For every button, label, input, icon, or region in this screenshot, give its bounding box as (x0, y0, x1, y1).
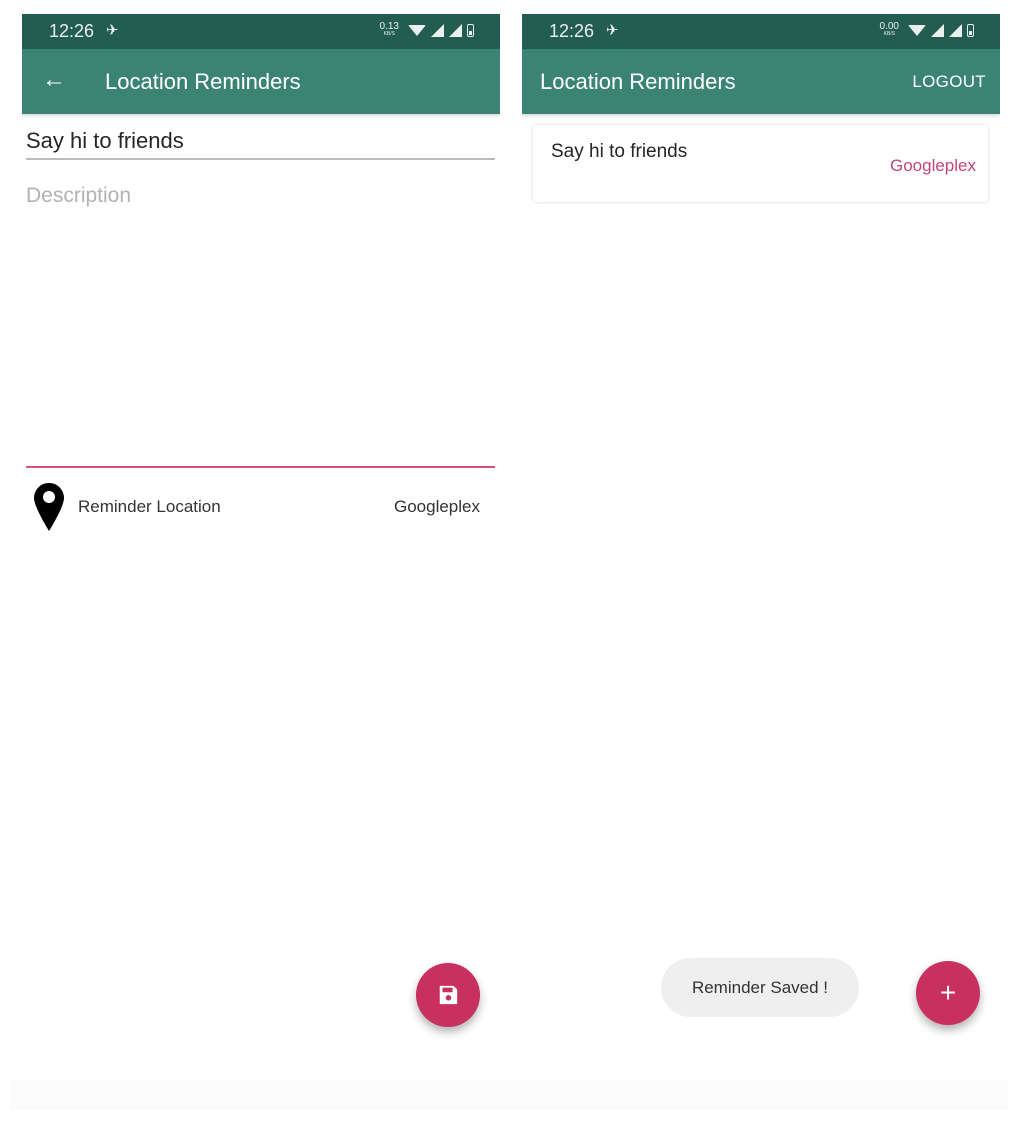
net-speed: 0.00 KB/S (879, 21, 899, 38)
app-title: Location Reminders (105, 69, 301, 94)
save-icon (439, 985, 458, 1005)
location-value: Googleplex (393, 497, 480, 516)
add-reminder-button[interactable]: + (916, 961, 980, 1025)
status-icons: 0.13 KB/S (379, 21, 474, 38)
back-arrow-icon[interactable]: ← (42, 66, 66, 94)
reminders-list-screen: 12:26 ✈ 0.00 KB/S Location Reminders LOG… (522, 14, 1000, 1111)
satellite-icon: ✈ (106, 22, 119, 39)
app-bar: ← Location Reminders (22, 49, 500, 114)
reminder-title-input[interactable] (26, 128, 495, 160)
battery-icon (467, 23, 474, 37)
status-bar: 12:26 ✈ 0.13 KB/S (22, 14, 500, 49)
app-title: Location Reminders (540, 69, 736, 94)
signal-icon (931, 23, 944, 37)
battery-icon (967, 23, 974, 37)
signal-icon-2 (949, 23, 962, 37)
satellite-icon: ✈ (606, 22, 619, 39)
net-speed-unit: KB/S (883, 31, 895, 37)
status-time: 12:26 (49, 21, 95, 41)
signal-icon (431, 23, 444, 37)
status-time: 12:26 (549, 21, 595, 41)
net-speed: 0.13 KB/S (379, 21, 399, 38)
save-reminder-screen: 12:26 ✈ 0.13 KB/S ← Location Reminders R… (22, 14, 500, 1111)
reminder-location: Googleplex (889, 156, 976, 175)
wifi-icon (908, 24, 926, 36)
reminder-title: Say hi to friends (551, 141, 688, 162)
wifi-icon (408, 24, 426, 36)
reminder-description-input[interactable] (26, 184, 495, 468)
logout-button[interactable]: LOGOUT (912, 72, 986, 92)
status-icons: 0.00 KB/S (879, 21, 974, 38)
status-bar: 12:26 ✈ 0.00 KB/S (522, 14, 1000, 49)
select-location-row[interactable]: Reminder Location Googleplex (22, 477, 500, 535)
net-speed-unit: KB/S (383, 31, 395, 37)
net-speed-value: 0.00 (879, 21, 899, 32)
location-label: Reminder Location (78, 497, 221, 516)
net-speed-value: 0.13 (379, 21, 399, 32)
toast-message: Reminder Saved ! (661, 958, 859, 1017)
app-bar: Location Reminders LOGOUT (522, 49, 1000, 114)
bottom-strip (10, 1080, 1008, 1110)
map-pin-icon (34, 483, 64, 531)
signal-icon-2 (449, 23, 462, 37)
plus-icon: + (939, 977, 957, 1008)
reminder-list-item[interactable]: Say hi to friends Googleplex (533, 125, 988, 202)
save-reminder-button[interactable] (416, 963, 480, 1027)
